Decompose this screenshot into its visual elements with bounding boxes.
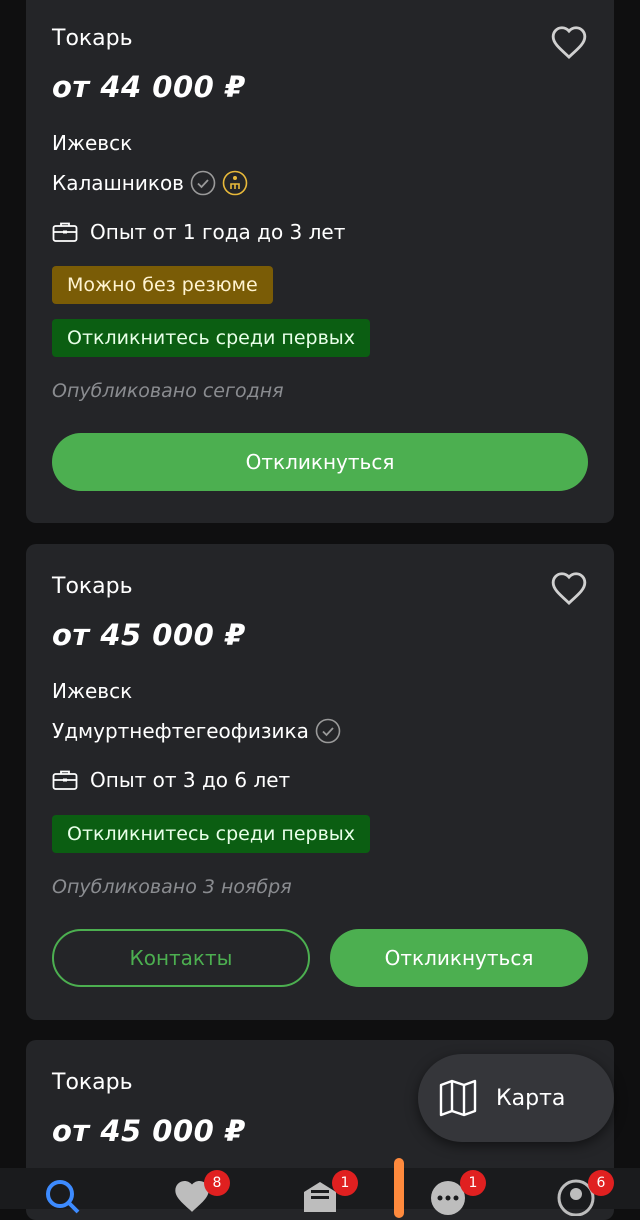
nav-favorites[interactable]: 8 bbox=[172, 1170, 230, 1216]
briefcase-icon bbox=[52, 770, 78, 790]
contacts-button[interactable]: Контакты bbox=[52, 929, 310, 987]
map-icon bbox=[439, 1079, 477, 1117]
scroll-indicator bbox=[394, 1158, 404, 1218]
map-button-label: Карта bbox=[496, 1085, 566, 1111]
favorites-count-badge: 8 bbox=[204, 1170, 230, 1196]
search-icon bbox=[46, 1180, 80, 1214]
experience-text: Опыт от 1 года до 3 лет bbox=[90, 220, 346, 244]
accessibility-badge-icon bbox=[222, 170, 248, 196]
published-date: Опубликовано сегодня bbox=[52, 380, 284, 402]
vacancy-salary: от 45 000 ₽ bbox=[52, 1114, 246, 1148]
nav-profile[interactable]: 6 bbox=[556, 1170, 614, 1217]
verified-check-icon bbox=[315, 718, 341, 744]
vacancy-salary: от 44 000 ₽ bbox=[52, 70, 246, 104]
company-name: Удмуртнефтегеофизика bbox=[52, 719, 309, 743]
nav-messages[interactable]: 1 bbox=[428, 1170, 486, 1216]
responses-count-badge: 1 bbox=[332, 1170, 358, 1196]
nav-responses[interactable]: 1 bbox=[300, 1170, 358, 1216]
briefcase-icon bbox=[52, 222, 78, 242]
vacancy-city: Ижевск bbox=[52, 679, 133, 703]
vacancy-company[interactable]: Калашников bbox=[52, 170, 248, 196]
respond-first-badge: Откликнитесь среди первых bbox=[52, 815, 371, 853]
vacancy-card-2[interactable]: Токарь от 45 000 ₽ Ижевск Удмуртнефтегео… bbox=[26, 544, 614, 1020]
nav-search[interactable] bbox=[42, 1176, 82, 1216]
vacancy-title[interactable]: Токарь bbox=[52, 1070, 133, 1095]
respond-button[interactable]: Откликнуться bbox=[52, 433, 588, 491]
respond-first-badge: Откликнитесь среди первых bbox=[52, 319, 371, 357]
profile-count-badge: 6 bbox=[588, 1170, 614, 1196]
favorite-heart-icon[interactable] bbox=[550, 24, 588, 60]
map-button[interactable]: Карта bbox=[418, 1054, 614, 1142]
no-resume-badge: Можно без резюме bbox=[52, 266, 273, 304]
vacancy-company[interactable]: Удмуртнефтегеофизика bbox=[52, 718, 341, 744]
vacancy-card-1[interactable]: Токарь от 44 000 ₽ Ижевск Калашников Опы… bbox=[26, 0, 614, 523]
messages-count-badge: 1 bbox=[460, 1170, 486, 1196]
experience-text: Опыт от 3 до 6 лет bbox=[90, 768, 291, 792]
vacancy-experience: Опыт от 3 до 6 лет bbox=[52, 768, 290, 792]
published-date: Опубликовано 3 ноября bbox=[52, 876, 292, 898]
vacancy-title[interactable]: Токарь bbox=[52, 574, 133, 599]
vacancy-experience: Опыт от 1 года до 3 лет bbox=[52, 220, 345, 244]
company-name: Калашников bbox=[52, 171, 184, 195]
vacancy-title[interactable]: Токарь bbox=[52, 26, 133, 51]
favorite-heart-icon[interactable] bbox=[550, 570, 588, 606]
respond-button[interactable]: Откликнуться bbox=[330, 929, 588, 987]
vacancy-salary: от 45 000 ₽ bbox=[52, 618, 246, 652]
verified-check-icon bbox=[190, 170, 216, 196]
vacancy-city: Ижевск bbox=[52, 131, 133, 155]
bottom-navigation: 8 1 1 6 bbox=[0, 1168, 640, 1217]
